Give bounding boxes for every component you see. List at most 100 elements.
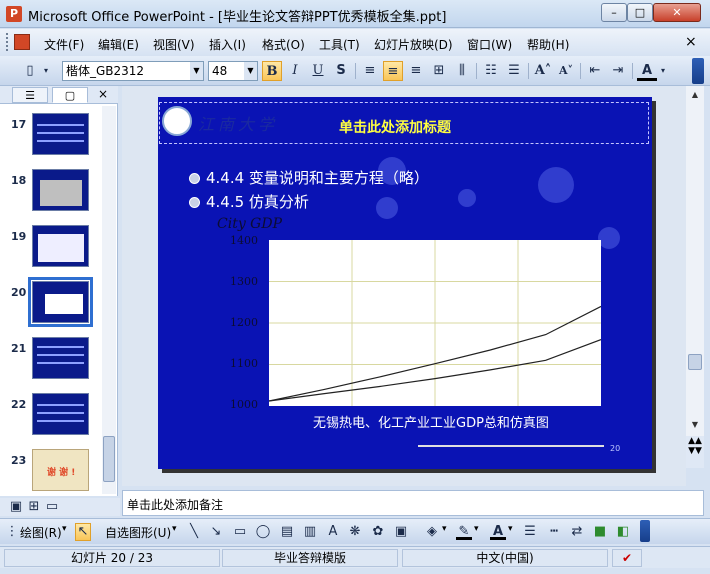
menu-view[interactable]: 视图(V) <box>153 36 195 53</box>
slide-thumbnail[interactable] <box>32 337 89 379</box>
underline-button[interactable]: U <box>308 61 328 81</box>
slide-thumbnail[interactable] <box>32 169 89 211</box>
increase-font-icon[interactable]: A˄ <box>533 61 553 81</box>
line-style-icon[interactable]: ☰ <box>522 524 538 540</box>
menu-help[interactable]: 帮助(H) <box>527 36 569 53</box>
slide-thumbnail-selected[interactable] <box>28 277 93 327</box>
line-tool-icon[interactable]: ╲ <box>186 524 202 540</box>
menu-file[interactable]: 文件(F) <box>44 36 84 53</box>
font-color-icon[interactable]: A <box>490 524 506 540</box>
clipart-icon[interactable]: ✿ <box>370 524 386 540</box>
chevron-down-icon[interactable]: ▾ <box>442 524 447 534</box>
bullets-icon[interactable]: ☰ <box>504 61 524 81</box>
bold-button[interactable]: B <box>262 61 282 81</box>
align-left-icon[interactable]: ≡ <box>360 61 380 81</box>
toolbar-options-icon[interactable]: ▾ <box>40 61 52 81</box>
document-close-icon[interactable]: × <box>685 34 697 50</box>
slide-vertical-scrollbar[interactable]: ▲ ▼ <box>686 86 704 468</box>
slide-title[interactable]: 单击此处添加标题 <box>339 117 451 137</box>
toolbar-overflow-icon[interactable] <box>640 520 650 542</box>
tab-outline[interactable]: ☰ <box>12 87 48 103</box>
distribute-icon[interactable]: ⊞ <box>429 61 449 81</box>
italic-button[interactable]: I <box>285 61 305 81</box>
slide-thumbnail[interactable]: 谢 谢 ! <box>32 449 89 491</box>
y-tick-label: 1400 <box>230 234 258 247</box>
align-right-icon[interactable]: ≡ <box>406 61 426 81</box>
chevron-down-icon[interactable]: ▾ <box>62 524 67 534</box>
chevron-down-icon[interactable]: ▼ <box>244 62 257 80</box>
previous-slide-icon[interactable]: ▲▲ <box>686 436 704 446</box>
toolbar-grip-icon[interactable]: ⋮ <box>4 524 20 540</box>
slides-scrollbar[interactable] <box>102 106 116 494</box>
decrease-indent-icon[interactable]: ⇤ <box>585 61 605 81</box>
tab-slides[interactable]: ▢ <box>52 87 88 103</box>
align-center-icon[interactable]: ≡ <box>383 61 403 81</box>
vertical-textbox-icon[interactable]: ▥ <box>302 524 318 540</box>
draw-menu[interactable]: 绘图(R) <box>20 524 62 541</box>
slide-thumbnail[interactable] <box>32 393 89 435</box>
slide-number: 18 <box>11 174 27 187</box>
toolbar-overflow-icon[interactable] <box>692 58 704 84</box>
menu-format[interactable]: 格式(O) <box>262 36 305 53</box>
slideshow-icon[interactable]: ▭ <box>44 499 60 515</box>
slide-sorter-icon[interactable]: ⊞ <box>26 499 42 515</box>
line-color-icon[interactable]: ✎ <box>456 524 472 540</box>
slide-canvas[interactable]: 江南大学 单击此处添加标题 4.4.4 变量说明和主要方程（略） 4.4.5 仿… <box>158 97 652 469</box>
increase-indent-icon[interactable]: ⇥ <box>608 61 628 81</box>
menu-slideshow[interactable]: 幻灯片放映(D) <box>374 36 453 53</box>
next-slide-icon[interactable]: ▼▼ <box>686 446 704 456</box>
menu-insert[interactable]: 插入(I) <box>209 36 246 53</box>
wordart-icon[interactable]: A <box>325 524 341 540</box>
toolbar-grip-icon[interactable] <box>6 33 10 51</box>
notes-pane[interactable]: 单击此处添加备注 <box>122 490 704 516</box>
menu-tools[interactable]: 工具(T) <box>319 36 360 53</box>
dash-style-icon[interactable]: ┅ <box>546 524 562 540</box>
3d-style-icon[interactable]: ◧ <box>615 524 631 540</box>
close-button[interactable]: ✕ <box>653 3 701 22</box>
rectangle-tool-icon[interactable]: ▭ <box>232 524 248 540</box>
picture-icon[interactable]: ▣ <box>393 524 409 540</box>
pane-close-icon[interactable]: × <box>98 87 108 101</box>
bullet-item[interactable]: 4.4.5 仿真分析 <box>189 191 439 212</box>
thumb-text: 谢 谢 ! <box>47 468 76 478</box>
chevron-down-icon[interactable]: ▼ <box>190 62 203 80</box>
scrollbar-thumb[interactable] <box>688 354 702 370</box>
scrollbar-thumb[interactable] <box>103 436 115 482</box>
select-objects-icon[interactable]: ↖ <box>75 523 91 541</box>
new-slide-icon[interactable]: ▯ <box>20 61 40 81</box>
chevron-down-icon[interactable]: ▾ <box>474 524 479 534</box>
decrease-font-icon[interactable]: A˅ <box>556 61 576 81</box>
columns-icon[interactable]: ⫼ <box>452 61 472 81</box>
shadow-style-icon[interactable]: ■ <box>592 524 608 540</box>
diagram-icon[interactable]: ❋ <box>347 524 363 540</box>
autoshapes-menu[interactable]: 自选图形(U) <box>105 524 171 541</box>
normal-view-icon[interactable]: ▣ <box>8 499 24 515</box>
maximize-button[interactable]: □ <box>627 3 653 22</box>
textbox-tool-icon[interactable]: ▤ <box>279 524 295 540</box>
font-name-select[interactable]: 楷体_GB2312 ▼ <box>62 61 204 81</box>
powerpoint-app-icon[interactable]: P <box>6 6 22 22</box>
font-size-select[interactable]: 48 ▼ <box>208 61 258 81</box>
numbering-icon[interactable]: ☷ <box>481 61 501 81</box>
bullet-item[interactable]: 4.4.4 变量说明和主要方程（略） <box>189 167 439 188</box>
scroll-up-icon[interactable]: ▲ <box>688 88 702 102</box>
scroll-down-icon[interactable]: ▼ <box>688 418 702 432</box>
spellcheck-icon[interactable]: ✔ <box>612 549 642 567</box>
arrow-style-icon[interactable]: ⇄ <box>569 524 585 540</box>
slide-thumbnail[interactable] <box>32 113 89 155</box>
font-color-button[interactable]: A <box>637 61 657 81</box>
menu-edit[interactable]: 编辑(E) <box>98 36 139 53</box>
status-bar: 幻灯片 20 / 23 毕业答辩模版 中文(中国) ✔ <box>0 546 710 568</box>
slide-thumbnail[interactable] <box>32 225 89 267</box>
minimize-button[interactable]: – <box>601 3 627 22</box>
arrow-tool-icon[interactable]: ↘ <box>208 524 224 540</box>
oval-tool-icon[interactable]: ◯ <box>255 524 271 540</box>
menu-window[interactable]: 窗口(W) <box>467 36 512 53</box>
status-template: 毕业答辩模版 <box>222 549 398 567</box>
shadow-button[interactable]: S <box>331 61 351 81</box>
chevron-down-icon[interactable]: ▾ <box>657 61 669 81</box>
document-icon[interactable] <box>14 34 30 50</box>
fill-color-icon[interactable]: ◈ <box>424 524 440 540</box>
chevron-down-icon[interactable]: ▾ <box>172 524 177 534</box>
chevron-down-icon[interactable]: ▾ <box>508 524 513 534</box>
